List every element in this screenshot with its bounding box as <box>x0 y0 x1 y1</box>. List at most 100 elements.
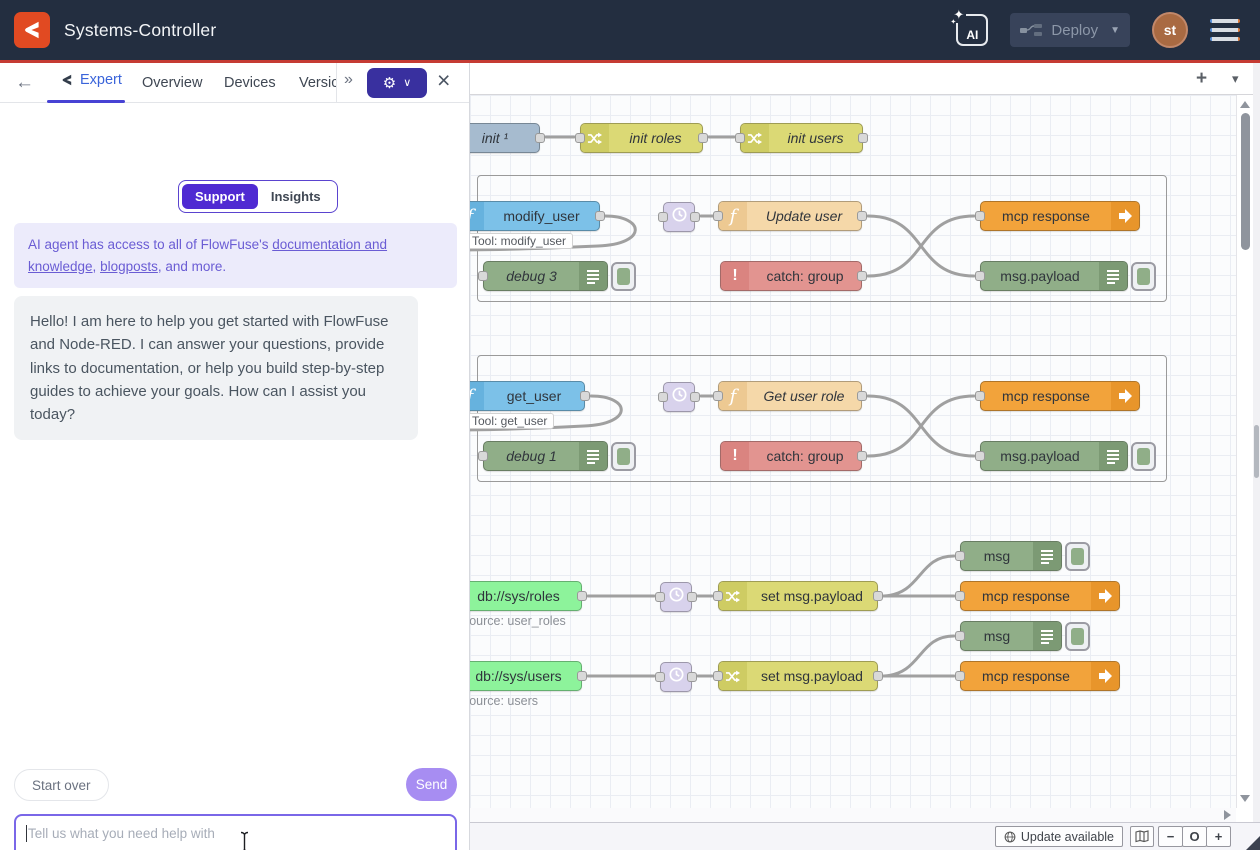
node-mcp-response[interactable]: mcp response <box>980 381 1140 411</box>
node-msg[interactable]: msg <box>960 541 1062 571</box>
node-delay[interactable] <box>663 202 695 232</box>
scroll-right-icon[interactable] <box>1224 810 1231 820</box>
node-get-user-role[interactable]: f Get user role <box>718 381 862 411</box>
update-available-button[interactable]: Update available <box>995 826 1123 847</box>
input-port[interactable] <box>955 671 965 681</box>
node-delay[interactable] <box>660 582 692 612</box>
node-catch-group[interactable]: ! catch: group <box>720 441 862 471</box>
node-delay[interactable] <box>663 382 695 412</box>
output-port[interactable] <box>873 671 883 681</box>
input-port[interactable] <box>478 271 488 281</box>
node-mcp-response[interactable]: mcp response <box>960 661 1120 691</box>
output-port[interactable] <box>595 211 605 221</box>
zoom-out-button[interactable]: − <box>1158 826 1183 847</box>
deploy-caret-icon[interactable]: ▼ <box>1110 25 1120 36</box>
hamburger-menu-icon[interactable] <box>1210 19 1240 41</box>
back-arrow-icon[interactable]: ← <box>15 72 34 94</box>
node-set-msg-payload[interactable]: set msg.payload <box>718 661 878 691</box>
node-db-sys-roles[interactable]: db://sys/roles <box>470 581 582 611</box>
input-port[interactable] <box>575 133 585 143</box>
debug-toggle-button[interactable] <box>611 262 636 291</box>
input-port[interactable] <box>975 451 985 461</box>
node-init[interactable]: init ¹ <box>470 123 540 153</box>
node-debug-3[interactable]: debug 3 <box>483 261 608 291</box>
output-port[interactable] <box>690 392 700 402</box>
canvas-vertical-scrollbar[interactable] <box>1236 95 1253 808</box>
deploy-button[interactable]: Deploy ▼ <box>1010 13 1130 47</box>
chat-input[interactable] <box>14 814 457 850</box>
node-init-users[interactable]: init users <box>740 123 863 153</box>
node-db-sys-users[interactable]: db://sys/users <box>470 661 582 691</box>
debug-toggle-button[interactable] <box>1065 622 1090 651</box>
output-port[interactable] <box>857 211 867 221</box>
blogposts-link[interactable]: blogposts <box>100 259 158 274</box>
node-modify-user[interactable]: f modify_user <box>470 201 600 231</box>
vertical-scroll-thumb[interactable] <box>1241 113 1250 250</box>
node-catch-group[interactable]: ! catch: group <box>720 261 862 291</box>
tab-versions[interactable]: Versic <box>299 75 336 91</box>
flow-canvas[interactable]: init ¹ init roles init users f modify_us… <box>470 95 1236 808</box>
debug-toggle-button[interactable] <box>1131 442 1156 471</box>
node-init-roles[interactable]: init roles <box>580 123 703 153</box>
canvas-horizontal-scrollbar[interactable] <box>470 808 1236 822</box>
input-port[interactable] <box>955 551 965 561</box>
zoom-in-button[interactable]: + <box>1206 826 1231 847</box>
scroll-up-icon[interactable] <box>1240 101 1250 108</box>
input-port[interactable] <box>735 133 745 143</box>
close-icon[interactable]: × <box>437 69 450 92</box>
tab-overview[interactable]: Overview <box>142 75 202 91</box>
settings-button[interactable]: ⚙ ∨ <box>367 68 427 98</box>
toggle-insights[interactable]: Insights <box>258 184 334 209</box>
input-port[interactable] <box>658 392 668 402</box>
toggle-support[interactable]: Support <box>182 184 258 209</box>
debug-toggle-button[interactable] <box>611 442 636 471</box>
send-button[interactable]: Send <box>406 768 457 801</box>
input-port[interactable] <box>655 672 665 682</box>
input-port[interactable] <box>975 391 985 401</box>
node-delay[interactable] <box>660 662 692 692</box>
output-port[interactable] <box>857 391 867 401</box>
flowfuse-logo-icon[interactable] <box>14 12 50 48</box>
debug-toggle-button[interactable] <box>1065 542 1090 571</box>
scroll-down-icon[interactable] <box>1240 795 1250 802</box>
ai-assistant-button[interactable]: ✦ ✦ AI <box>956 14 988 46</box>
input-port[interactable] <box>955 631 965 641</box>
add-flow-icon[interactable]: + <box>1196 68 1207 90</box>
node-msg-payload[interactable]: msg.payload <box>980 261 1128 291</box>
avatar[interactable]: st <box>1152 12 1188 48</box>
zoom-reset-button[interactable]: O <box>1182 826 1207 847</box>
input-port[interactable] <box>713 211 723 221</box>
node-debug-1[interactable]: debug 1 <box>483 441 608 471</box>
input-port[interactable] <box>713 671 723 681</box>
input-port[interactable] <box>713 391 723 401</box>
page-scrollbar[interactable] <box>1253 63 1260 850</box>
start-over-button[interactable]: Start over <box>14 769 109 801</box>
output-port[interactable] <box>690 212 700 222</box>
output-port[interactable] <box>857 451 867 461</box>
input-port[interactable] <box>658 212 668 222</box>
input-port[interactable] <box>478 451 488 461</box>
node-mcp-response[interactable]: mcp response <box>960 581 1120 611</box>
input-port[interactable] <box>975 211 985 221</box>
tab-devices[interactable]: Devices <box>224 75 276 91</box>
output-port[interactable] <box>857 271 867 281</box>
resize-corner[interactable] <box>1246 836 1260 850</box>
output-port[interactable] <box>577 591 587 601</box>
output-port[interactable] <box>687 592 697 602</box>
input-port[interactable] <box>975 271 985 281</box>
debug-toggle-button[interactable] <box>1131 262 1156 291</box>
output-port[interactable] <box>687 672 697 682</box>
node-mcp-response[interactable]: mcp response <box>980 201 1140 231</box>
page-scroll-thumb[interactable] <box>1254 425 1259 478</box>
navigator-button[interactable] <box>1130 826 1154 847</box>
tab-expert[interactable]: Expert <box>60 72 122 88</box>
input-port[interactable] <box>655 592 665 602</box>
output-port[interactable] <box>698 133 708 143</box>
output-port[interactable] <box>858 133 868 143</box>
input-port[interactable] <box>955 591 965 601</box>
node-update-user[interactable]: f Update user <box>718 201 862 231</box>
input-port[interactable] <box>713 591 723 601</box>
node-set-msg-payload[interactable]: set msg.payload <box>718 581 878 611</box>
more-tabs-icon[interactable]: » <box>344 71 352 89</box>
flow-list-icon[interactable]: ▾ <box>1232 71 1239 87</box>
